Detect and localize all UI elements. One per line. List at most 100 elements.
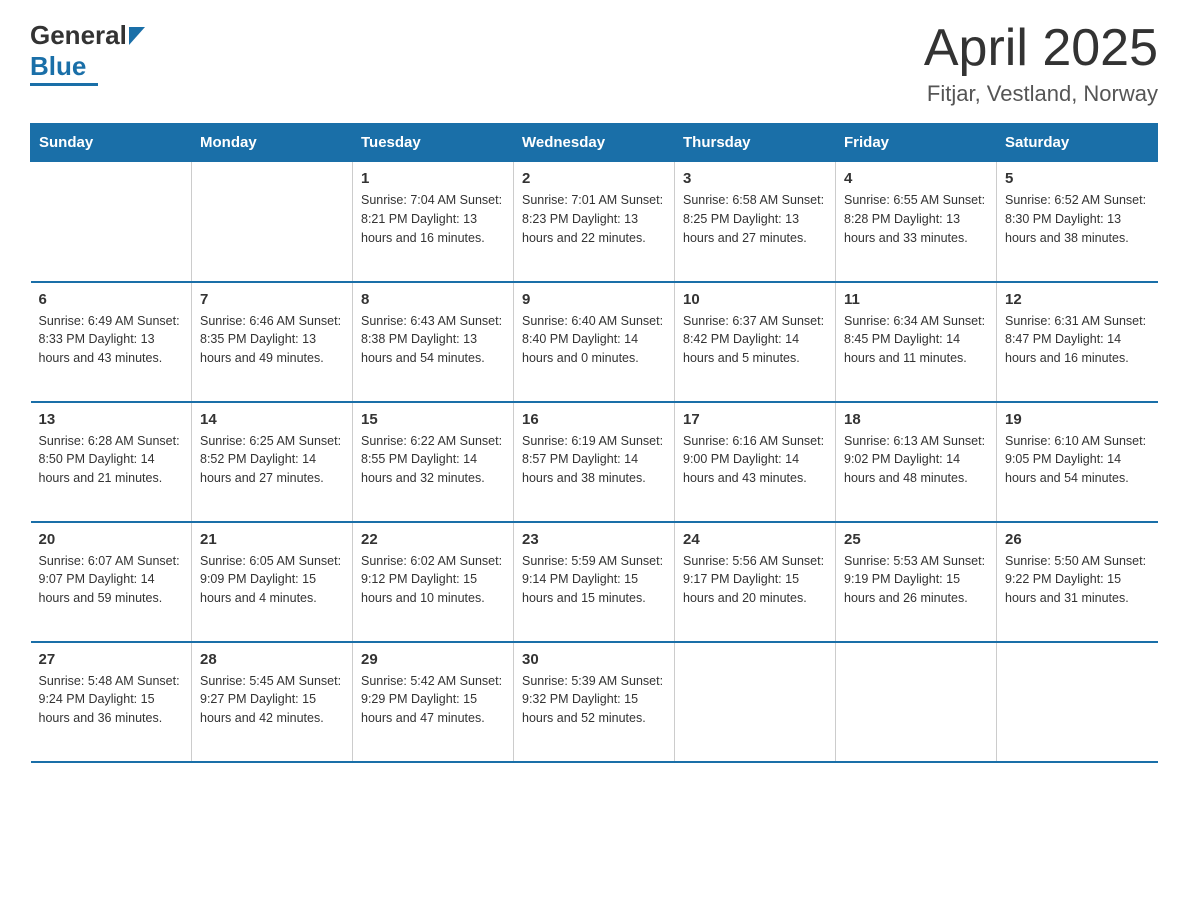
day-number: 18 [844, 411, 988, 428]
calendar-cell: 1 Sunrise: 7:04 AM Sunset: 8:21 PM Daylig… [353, 162, 514, 282]
day-info: Sunrise: 6:55 AM Sunset: 8:28 PM Dayligh… [844, 191, 988, 247]
calendar-cell: 21 Sunrise: 6:05 AM Sunset: 9:09 PM Dayli… [192, 522, 353, 642]
calendar-cell: 26 Sunrise: 5:50 AM Sunset: 9:22 PM Dayli… [997, 522, 1158, 642]
calendar-cell: 25 Sunrise: 5:53 AM Sunset: 9:19 PM Dayli… [836, 522, 997, 642]
calendar-cell: 14 Sunrise: 6:25 AM Sunset: 8:52 PM Dayli… [192, 402, 353, 522]
calendar-week-1: 1 Sunrise: 7:04 AM Sunset: 8:21 PM Daylig… [31, 162, 1158, 282]
day-info: Sunrise: 5:59 AM Sunset: 9:14 PM Dayligh… [522, 552, 666, 608]
day-info: Sunrise: 6:16 AM Sunset: 9:00 PM Dayligh… [683, 432, 827, 488]
calendar-header: Sunday Monday Tuesday Wednesday Thursday… [31, 124, 1158, 162]
day-info: Sunrise: 6:49 AM Sunset: 8:33 PM Dayligh… [39, 312, 184, 368]
calendar-body: 1 Sunrise: 7:04 AM Sunset: 8:21 PM Daylig… [31, 162, 1158, 762]
calendar-subtitle: Fitjar, Vestland, Norway [924, 81, 1158, 107]
day-number: 15 [361, 411, 505, 428]
calendar-cell: 3 Sunrise: 6:58 AM Sunset: 8:25 PM Daylig… [675, 162, 836, 282]
calendar-cell: 15Sunrise: 6:22 AM Sunset: 8:55 PM Dayli… [353, 402, 514, 522]
day-info: Sunrise: 6:05 AM Sunset: 9:09 PM Dayligh… [200, 552, 344, 608]
day-info: Sunrise: 6:07 AM Sunset: 9:07 PM Dayligh… [39, 552, 184, 608]
day-number: 30 [522, 651, 666, 668]
calendar-cell: 17 Sunrise: 6:16 AM Sunset: 9:00 PM Dayli… [675, 402, 836, 522]
day-number: 22 [361, 531, 505, 548]
day-number: 16 [522, 411, 666, 428]
page-header: General Blue April 2025 Fitjar, Vestland… [30, 20, 1158, 107]
day-info: Sunrise: 6:13 AM Sunset: 9:02 PM Dayligh… [844, 432, 988, 488]
calendar-cell: 13 Sunrise: 6:28 AM Sunset: 8:50 PM Dayli… [31, 402, 192, 522]
logo-blue-text: Blue [30, 51, 86, 82]
day-info: Sunrise: 6:34 AM Sunset: 8:45 PM Dayligh… [844, 312, 988, 368]
calendar-cell: 7 Sunrise: 6:46 AM Sunset: 8:35 PM Daylig… [192, 282, 353, 402]
calendar-cell: 30 Sunrise: 5:39 AM Sunset: 9:32 PM Dayli… [514, 642, 675, 762]
day-number: 9 [522, 291, 666, 308]
logo: General Blue [30, 20, 145, 86]
day-info: Sunrise: 5:39 AM Sunset: 9:32 PM Dayligh… [522, 672, 666, 728]
calendar-week-4: 20 Sunrise: 6:07 AM Sunset: 9:07 PM Dayli… [31, 522, 1158, 642]
day-number: 21 [200, 531, 344, 548]
day-info: Sunrise: 6:52 AM Sunset: 8:30 PM Dayligh… [1005, 191, 1150, 247]
calendar-cell: 22 Sunrise: 6:02 AM Sunset: 9:12 PM Dayli… [353, 522, 514, 642]
calendar-cell [192, 162, 353, 282]
calendar-title: April 2025 [924, 20, 1158, 77]
day-info: Sunrise: 7:04 AM Sunset: 8:21 PM Dayligh… [361, 191, 505, 247]
day-number: 25 [844, 531, 988, 548]
day-number: 10 [683, 291, 827, 308]
day-info: Sunrise: 6:10 AM Sunset: 9:05 PM Dayligh… [1005, 432, 1150, 488]
day-info: Sunrise: 6:40 AM Sunset: 8:40 PM Dayligh… [522, 312, 666, 368]
day-number: 14 [200, 411, 344, 428]
day-info: Sunrise: 6:46 AM Sunset: 8:35 PM Dayligh… [200, 312, 344, 368]
day-number: 29 [361, 651, 505, 668]
calendar-cell: 28Sunrise: 5:45 AM Sunset: 9:27 PM Dayli… [192, 642, 353, 762]
header-wednesday: Wednesday [514, 124, 675, 162]
day-info: Sunrise: 7:01 AM Sunset: 8:23 PM Dayligh… [522, 191, 666, 247]
day-info: Sunrise: 6:19 AM Sunset: 8:57 PM Dayligh… [522, 432, 666, 488]
day-number: 13 [39, 411, 184, 428]
header-sunday: Sunday [31, 124, 192, 162]
day-number: 6 [39, 291, 184, 308]
day-info: Sunrise: 5:48 AM Sunset: 9:24 PM Dayligh… [39, 672, 184, 728]
day-info: Sunrise: 5:53 AM Sunset: 9:19 PM Dayligh… [844, 552, 988, 608]
calendar-cell: 10 Sunrise: 6:37 AM Sunset: 8:42 PM Dayli… [675, 282, 836, 402]
calendar-week-5: 27Sunrise: 5:48 AM Sunset: 9:24 PM Dayli… [31, 642, 1158, 762]
day-number: 12 [1005, 291, 1150, 308]
day-number: 4 [844, 170, 988, 187]
header-monday: Monday [192, 124, 353, 162]
title-section: April 2025 Fitjar, Vestland, Norway [924, 20, 1158, 107]
day-number: 3 [683, 170, 827, 187]
day-number: 2 [522, 170, 666, 187]
logo-underline [30, 83, 98, 86]
calendar-cell: 16 Sunrise: 6:19 AM Sunset: 8:57 PM Dayli… [514, 402, 675, 522]
day-number: 11 [844, 291, 988, 308]
calendar-cell: 8Sunrise: 6:43 AM Sunset: 8:38 PM Daylig… [353, 282, 514, 402]
day-number: 8 [361, 291, 505, 308]
logo-general-text: General [30, 20, 127, 51]
day-info: Sunrise: 6:37 AM Sunset: 8:42 PM Dayligh… [683, 312, 827, 368]
day-number: 7 [200, 291, 344, 308]
day-number: 23 [522, 531, 666, 548]
day-info: Sunrise: 6:28 AM Sunset: 8:50 PM Dayligh… [39, 432, 184, 488]
day-info: Sunrise: 6:25 AM Sunset: 8:52 PM Dayligh… [200, 432, 344, 488]
calendar-cell: 2 Sunrise: 7:01 AM Sunset: 8:23 PM Daylig… [514, 162, 675, 282]
day-number: 5 [1005, 170, 1150, 187]
calendar-cell [997, 642, 1158, 762]
calendar-cell [836, 642, 997, 762]
calendar-cell: 19Sunrise: 6:10 AM Sunset: 9:05 PM Dayli… [997, 402, 1158, 522]
calendar-table: Sunday Monday Tuesday Wednesday Thursday… [30, 123, 1158, 763]
day-number: 17 [683, 411, 827, 428]
header-thursday: Thursday [675, 124, 836, 162]
calendar-cell: 20 Sunrise: 6:07 AM Sunset: 9:07 PM Dayli… [31, 522, 192, 642]
day-number: 24 [683, 531, 827, 548]
calendar-cell: 24Sunrise: 5:56 AM Sunset: 9:17 PM Dayli… [675, 522, 836, 642]
day-info: Sunrise: 6:02 AM Sunset: 9:12 PM Dayligh… [361, 552, 505, 608]
header-row: Sunday Monday Tuesday Wednesday Thursday… [31, 124, 1158, 162]
day-info: Sunrise: 6:31 AM Sunset: 8:47 PM Dayligh… [1005, 312, 1150, 368]
calendar-cell: 4 Sunrise: 6:55 AM Sunset: 8:28 PM Daylig… [836, 162, 997, 282]
day-number: 1 [361, 170, 505, 187]
day-number: 20 [39, 531, 184, 548]
day-info: Sunrise: 6:58 AM Sunset: 8:25 PM Dayligh… [683, 191, 827, 247]
calendar-cell: 27Sunrise: 5:48 AM Sunset: 9:24 PM Dayli… [31, 642, 192, 762]
calendar-cell: 9 Sunrise: 6:40 AM Sunset: 8:40 PM Daylig… [514, 282, 675, 402]
header-friday: Friday [836, 124, 997, 162]
header-saturday: Saturday [997, 124, 1158, 162]
day-number: 26 [1005, 531, 1150, 548]
header-tuesday: Tuesday [353, 124, 514, 162]
day-info: Sunrise: 5:50 AM Sunset: 9:22 PM Dayligh… [1005, 552, 1150, 608]
